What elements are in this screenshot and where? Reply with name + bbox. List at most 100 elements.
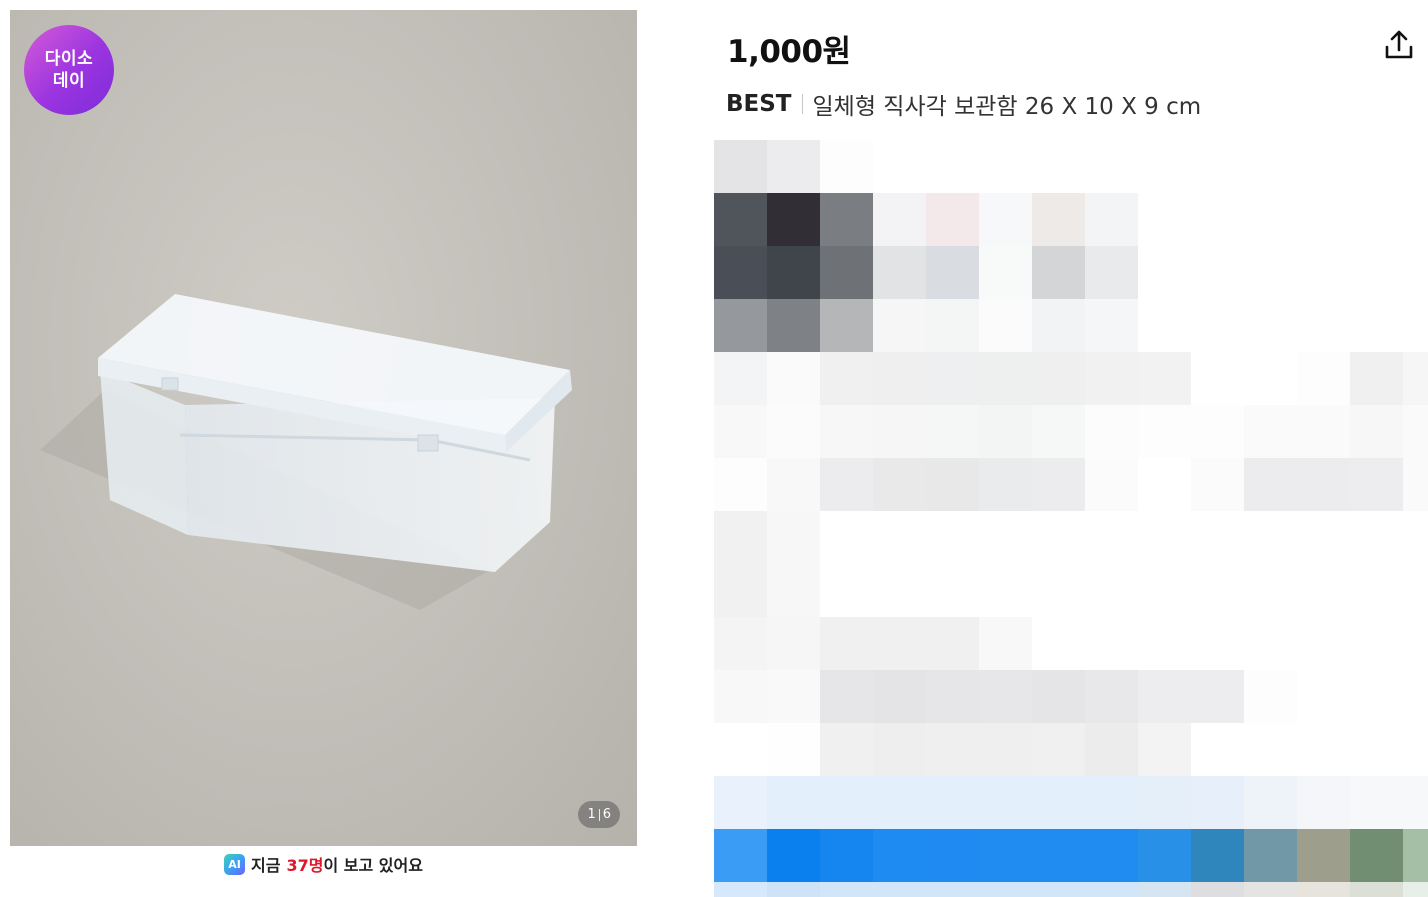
mosaic-cell xyxy=(1350,882,1403,897)
mosaic-cell xyxy=(767,776,820,829)
viewers-prefix: 지금 xyxy=(251,856,281,875)
mosaic-cell xyxy=(873,723,926,776)
mosaic-cell xyxy=(873,246,926,299)
mosaic-cell xyxy=(1297,776,1350,829)
mosaic-cell xyxy=(1244,405,1297,458)
product-name: 일체형 직사각 보관함 26 X 10 X 9 cm xyxy=(812,94,1202,120)
mosaic-cell xyxy=(1085,776,1138,829)
mosaic-cell xyxy=(1138,723,1191,776)
mosaic-cell xyxy=(820,617,873,670)
mosaic-cell xyxy=(873,882,926,897)
mosaic-cell xyxy=(926,670,979,723)
product-price: 1,000원 xyxy=(727,34,851,70)
mosaic-cell xyxy=(1085,246,1138,299)
mosaic-cell xyxy=(714,193,767,246)
mosaic-cell xyxy=(1350,352,1403,405)
mosaic-cell xyxy=(820,458,873,511)
product-title: BEST 일체형 직사각 보관함 26 X 10 X 9 cm xyxy=(726,87,1201,121)
mosaic-cell xyxy=(820,670,873,723)
share-icon xyxy=(1385,30,1413,59)
mosaic-cell xyxy=(979,299,1032,352)
mosaic-cell xyxy=(1032,352,1085,405)
mosaic-cell xyxy=(1138,829,1191,882)
mosaic-cell xyxy=(714,299,767,352)
mosaic-cell xyxy=(1403,352,1428,405)
mosaic-cell xyxy=(714,617,767,670)
mosaic-cell xyxy=(1191,882,1244,897)
mosaic-cell xyxy=(1032,405,1085,458)
mosaic-cell xyxy=(714,670,767,723)
mosaic-cell xyxy=(820,246,873,299)
mosaic-cell xyxy=(1032,670,1085,723)
mosaic-cell xyxy=(979,617,1032,670)
mosaic-cell xyxy=(1085,670,1138,723)
mosaic-cell xyxy=(1085,458,1138,511)
mosaic-cell xyxy=(979,776,1032,829)
mosaic-cell xyxy=(873,829,926,882)
mosaic-cell xyxy=(873,299,926,352)
mosaic-cell xyxy=(979,246,1032,299)
mosaic-cell xyxy=(820,829,873,882)
mosaic-cell xyxy=(767,405,820,458)
mosaic-cell xyxy=(979,193,1032,246)
mosaic-cell xyxy=(820,882,873,897)
badge-line1: 다이소 xyxy=(44,49,94,69)
viewers-suffix: 이 보고 있어요 xyxy=(323,856,423,875)
mosaic-cell xyxy=(1032,776,1085,829)
mosaic-cell xyxy=(873,193,926,246)
mosaic-cell xyxy=(767,246,820,299)
mosaic-cell xyxy=(926,193,979,246)
mosaic-cell xyxy=(767,140,820,193)
mosaic-cell xyxy=(926,352,979,405)
mosaic-cell xyxy=(714,829,767,882)
mosaic-cell xyxy=(714,511,767,564)
mosaic-cell xyxy=(767,723,820,776)
mosaic-cell xyxy=(1032,299,1085,352)
mosaic-cell xyxy=(926,246,979,299)
mosaic-cell xyxy=(1244,776,1297,829)
ai-icon: AI xyxy=(224,853,246,875)
mosaic-cell xyxy=(1244,670,1297,723)
image-counter-total: 6 xyxy=(602,807,611,822)
mosaic-cell xyxy=(873,776,926,829)
mosaic-cell xyxy=(1032,882,1085,897)
mosaic-cell xyxy=(979,458,1032,511)
mosaic-cell xyxy=(1032,723,1085,776)
live-viewers: AI 지금 37명 이 보고 있어요 xyxy=(0,852,647,876)
share-button[interactable] xyxy=(1382,28,1416,62)
mosaic-cell xyxy=(767,299,820,352)
mosaic-cell xyxy=(1403,829,1428,882)
mosaic-cell xyxy=(1350,405,1403,458)
mosaic-cell xyxy=(1297,352,1350,405)
image-counter: 1 6 xyxy=(578,801,620,828)
mosaic-cell xyxy=(820,193,873,246)
redacted-content xyxy=(714,140,1428,897)
mosaic-cell xyxy=(820,140,873,193)
mosaic-cell xyxy=(1191,458,1244,511)
mosaic-cell xyxy=(1244,882,1297,897)
mosaic-cell xyxy=(1085,829,1138,882)
mosaic-cell xyxy=(767,352,820,405)
mosaic-cell xyxy=(1297,882,1350,897)
mosaic-cell xyxy=(1403,776,1428,829)
product-image-gallery[interactable]: 다이소 데이 1 6 xyxy=(10,10,637,846)
mosaic-cell xyxy=(873,617,926,670)
image-counter-current: 1 xyxy=(587,807,596,822)
mosaic-cell xyxy=(1403,882,1428,897)
mosaic-cell xyxy=(1138,670,1191,723)
mosaic-cell xyxy=(1191,405,1244,458)
mosaic-cell xyxy=(1138,405,1191,458)
mosaic-cell xyxy=(1032,193,1085,246)
mosaic-cell xyxy=(767,193,820,246)
mosaic-cell xyxy=(979,723,1032,776)
mosaic-cell xyxy=(714,458,767,511)
mosaic-cell xyxy=(1085,405,1138,458)
mosaic-cell xyxy=(714,882,767,897)
mosaic-cell xyxy=(767,564,820,617)
mosaic-cell xyxy=(1032,829,1085,882)
mosaic-cell xyxy=(714,352,767,405)
mosaic-cell xyxy=(926,458,979,511)
mosaic-cell xyxy=(1191,829,1244,882)
mosaic-cell xyxy=(1085,882,1138,897)
mosaic-cell xyxy=(926,829,979,882)
